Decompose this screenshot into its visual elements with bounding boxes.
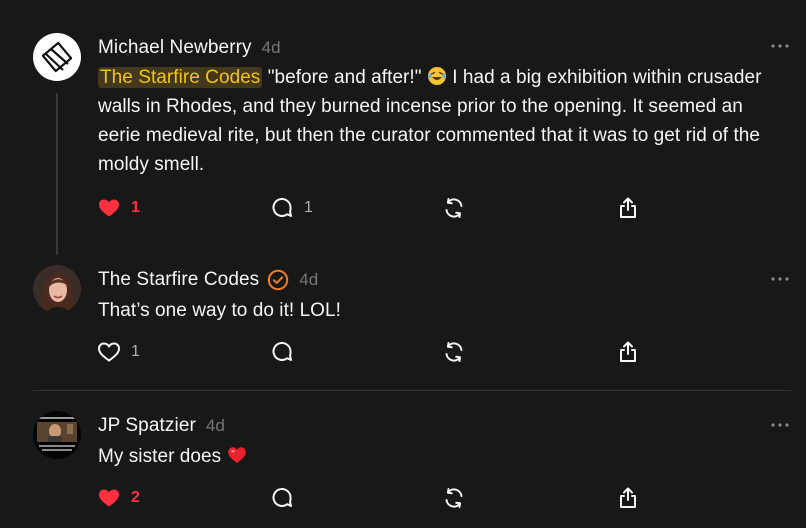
repost-button[interactable]	[442, 484, 466, 512]
like-count: 2	[131, 489, 140, 506]
author-name[interactable]: JP Spatzier	[98, 415, 196, 437]
comment-icon	[272, 198, 292, 217]
reply-button[interactable]: 1	[270, 194, 313, 222]
timestamp: 4d	[261, 38, 281, 57]
share-button[interactable]	[616, 338, 640, 366]
like-button[interactable]: 2	[97, 484, 140, 512]
timestamp: 4d	[205, 416, 225, 435]
share-icon	[620, 487, 636, 508]
diamond-logo-icon	[41, 41, 73, 73]
heart-outline-icon	[97, 342, 121, 362]
avatar[interactable]	[33, 411, 81, 459]
share-icon	[620, 341, 636, 362]
repost-button[interactable]	[442, 194, 466, 222]
red-heart-emoji	[227, 447, 246, 463]
woman-portrait-avatar	[33, 265, 81, 313]
author-name[interactable]: Michael Newberry	[98, 37, 252, 59]
comment-text-part: My sister does	[98, 446, 227, 467]
comment-text: My sister does	[98, 442, 788, 471]
reply-button[interactable]	[270, 338, 294, 366]
repost-button[interactable]	[442, 338, 466, 366]
comment-text-part: "before and after!"	[262, 67, 427, 88]
reply-count: 1	[304, 199, 313, 216]
comment-icon	[272, 342, 292, 361]
avatar[interactable]	[33, 33, 81, 81]
verified-badge-icon	[268, 269, 289, 291]
thread-line	[56, 93, 58, 255]
share-icon	[620, 197, 636, 218]
like-button[interactable]: 1	[97, 194, 140, 222]
meme-thumbnail-avatar	[33, 411, 81, 459]
like-count: 1	[131, 343, 140, 360]
comment-icon	[272, 488, 292, 507]
repost-icon	[445, 488, 463, 508]
author-name[interactable]: The Starfire Codes	[98, 269, 259, 291]
share-button[interactable]	[616, 484, 640, 512]
repost-icon	[445, 198, 463, 218]
mention-link[interactable]: The Starfire Codes	[98, 67, 263, 88]
avatar[interactable]	[33, 265, 81, 313]
laughing-emoji	[427, 67, 446, 85]
divider	[33, 390, 791, 391]
like-button[interactable]: 1	[97, 338, 140, 366]
timestamp: 4d	[299, 270, 319, 289]
more-options-icon[interactable]	[770, 41, 790, 51]
heart-filled-icon	[99, 199, 119, 217]
heart-filled-icon	[99, 489, 119, 507]
more-options-icon[interactable]	[770, 420, 790, 430]
comment-text: That’s one way to do it! LOL!	[98, 300, 341, 321]
comment-text: The Starfire Codes "before and after!" I…	[98, 63, 788, 179]
like-count: 1	[131, 199, 140, 216]
repost-icon	[445, 342, 463, 362]
reply-button[interactable]	[270, 484, 294, 512]
share-button[interactable]	[616, 194, 640, 222]
more-options-icon[interactable]	[770, 274, 790, 284]
